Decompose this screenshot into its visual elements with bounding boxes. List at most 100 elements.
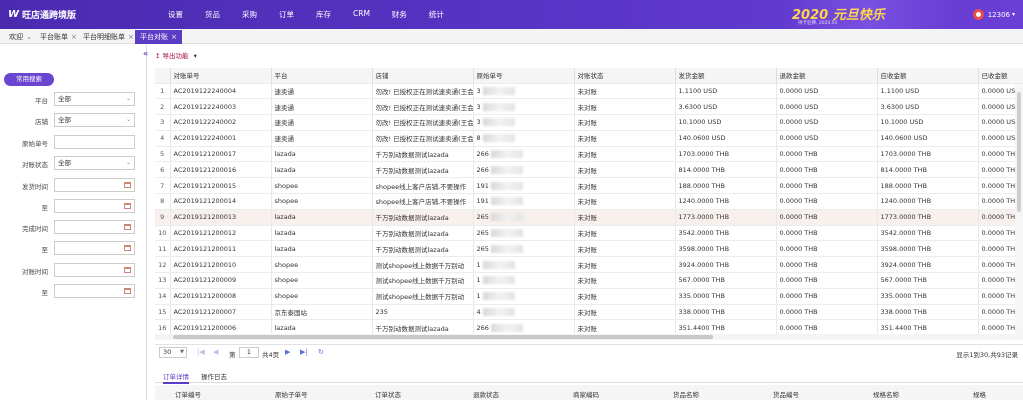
calendar-icon[interactable] [124, 288, 131, 294]
nav-item-finance[interactable]: 财务 [392, 9, 407, 20]
table-row[interactable]: 12 AC2019121200010 shopee 测试shopee线上数据千万别动 1… [155, 256, 1023, 274]
table-row[interactable]: 11 AC2019121200011 lazada 千万别动数据测试lazada 265… [155, 240, 1023, 258]
cell-text: 3542.0000 THB [880, 229, 932, 238]
redacted-block [490, 150, 523, 159]
nav-item-settings[interactable]: 设置 [168, 9, 183, 20]
column-header[interactable]: 对账状态 [574, 68, 676, 84]
ship-time-end-input[interactable] [54, 199, 135, 213]
column-header[interactable]: 退款金额 [776, 68, 878, 84]
table-row[interactable]: 6 AC2019121200016 lazada 千万别动数据测试lazada 266 未… [155, 161, 1023, 179]
page-number-input[interactable]: 1 [239, 347, 259, 358]
collapse-icon[interactable]: « [143, 49, 148, 58]
nav-item-orders[interactable]: 订单 [279, 9, 294, 20]
page-tabs: 欢迎 ⌄ 平台账单 × 平台明细账单 × 平台对账 × [0, 29, 1023, 44]
calendar-icon[interactable] [124, 182, 131, 188]
filter-label: 发货时间 [22, 183, 48, 191]
column-header[interactable]: 发货金额 [675, 68, 777, 84]
refresh-icon[interactable]: ↻ [318, 348, 324, 356]
reconcile-time-start-input[interactable] [54, 263, 135, 277]
last-page-icon[interactable]: ▶| [300, 348, 308, 356]
export-button[interactable]: ↥ 导出功能 ▾ [155, 52, 197, 60]
table-row[interactable]: 7 AC2019121200015 shopee shopee线上客户店铺,不要操作 1… [155, 177, 1023, 195]
detail-col-header: 订单状态 [375, 391, 401, 399]
tab-operation-log[interactable]: 操作日志 [201, 371, 227, 381]
calendar-icon[interactable] [124, 203, 131, 209]
column-header[interactable]: 平台 [271, 68, 373, 84]
cell-text: 1773.0000 THB [678, 213, 730, 222]
cell-text: 567.0000 THB [678, 276, 725, 285]
original-no-input[interactable] [54, 135, 135, 149]
calendar-icon[interactable] [124, 224, 131, 230]
table-row[interactable]: 8 AC2019121200014 shopee shopee线上客户店铺,不要操作 1… [155, 193, 1023, 210]
promo-subtitle: 持卡狂撑, 2020.01 [798, 21, 838, 26]
reconcile-status-select[interactable]: 全部 ⌄ [54, 156, 135, 170]
column-header[interactable]: 应收金额 [877, 68, 979, 84]
cell-text: 6 [160, 165, 165, 174]
first-page-icon[interactable]: |◀ [197, 348, 205, 356]
common-search-button[interactable]: 常用搜索 [4, 73, 54, 86]
table-row[interactable]: 5 AC2019121200017 lazada 千万别动数据测试lazada 266 未… [155, 146, 1023, 163]
tab-welcome[interactable]: 欢迎 ⌄ [4, 30, 37, 44]
calendar-icon[interactable] [124, 245, 131, 251]
nav-item-purchase[interactable]: 采购 [242, 9, 257, 20]
platform-select[interactable]: 全部 ⌄ [54, 92, 135, 106]
table-row[interactable]: 2 AC2019122240003 速卖通 勿改! 已授权正在测试速卖通(王会 3 未对账… [155, 98, 1023, 116]
table-row[interactable]: 3 AC2019122240002 速卖通 勿改! 已授权正在测试速卖通(王会 3 未对账… [155, 114, 1023, 131]
tab-platform-bill[interactable]: 平台账单 × [35, 30, 82, 44]
table-cell: AC2019121200017 [170, 146, 272, 163]
table-row[interactable]: 1 AC2019122240004 速卖通 勿改! 已授权正在测试速卖通(王会 3 未对账… [155, 83, 1023, 100]
table-row[interactable]: 14 AC2019121200008 shopee 测试shopee线上数据千万别动 1… [155, 288, 1023, 305]
cell-text: shopee线上客户店铺,不要操作 [375, 182, 467, 191]
detail-col-header: 商家编码 [573, 391, 599, 399]
user-menu[interactable]: 12306 ▾ [972, 9, 1015, 20]
page-size-select[interactable]: 30 ▼ [159, 347, 187, 358]
column-header[interactable]: 已收金额 [978, 68, 1023, 84]
table-cell: 勿改! 已授权正在测试速卖通(王会 [372, 130, 474, 147]
cell-text: 未对账 [577, 309, 598, 318]
table-cell: lazada [271, 240, 373, 258]
complete-time-start-input[interactable] [54, 220, 135, 234]
shop-select[interactable]: 全部 ⌄ [54, 113, 135, 127]
table-row[interactable]: 10 AC2019121200012 lazada 千万别动数据测试lazada 265… [155, 225, 1023, 242]
scroll-thumb[interactable] [173, 335, 713, 339]
nav-item-crm[interactable]: CRM [353, 9, 370, 20]
chevron-down-icon[interactable]: ⌄ [26, 33, 32, 41]
scroll-thumb[interactable] [1017, 92, 1021, 212]
horizontal-scrollbar[interactable] [155, 334, 1023, 340]
table-row[interactable]: 13 AC2019121200009 shopee 测试shopee线上数据千万别动 1… [155, 272, 1023, 289]
complete-time-end-input[interactable] [54, 241, 135, 255]
nav-item-stats[interactable]: 统计 [429, 9, 444, 20]
ship-time-start-input[interactable] [54, 178, 135, 192]
table-cell: 14 [155, 288, 171, 305]
cell-text: 未对账 [577, 87, 598, 96]
table-row[interactable]: 9 AC2019121200013 lazada 千万别动数据测试lazada 265 未… [155, 209, 1023, 226]
nav-item-inventory[interactable]: 库存 [316, 9, 331, 20]
reconcile-time-end-input[interactable] [54, 284, 135, 298]
table-row[interactable]: 15 AC2019121200007 京东泰国站 235 4 未对账 338.0000 TH… [155, 304, 1023, 321]
prev-page-icon[interactable]: ◀ [213, 348, 218, 356]
vertical-scrollbar[interactable] [1015, 84, 1023, 334]
column-header[interactable]: 对账单号 [170, 68, 272, 84]
cell-text: 351.4400 THB [678, 323, 725, 332]
next-page-icon[interactable]: ▶ [285, 348, 290, 356]
filter-label: 至 [41, 204, 49, 212]
cell-text: 266 [476, 323, 489, 332]
column-header[interactable]: 店铺 [372, 68, 474, 84]
cell-text: 未对账 [577, 151, 598, 160]
column-header[interactable]: 原始单号 [473, 68, 575, 84]
nav-item-goods[interactable]: 货品 [205, 9, 220, 20]
tab-platform-reconcile[interactable]: 平台对账 × [135, 30, 182, 44]
table-row[interactable]: 4 AC2019122240001 速卖通 勿改! 已授权正在测试速卖通(王会 8 未对账… [155, 130, 1023, 147]
app-brand[interactable]: W 旺店通跨境版 [8, 8, 76, 21]
table-cell: 2 [155, 98, 171, 116]
column-header[interactable] [155, 68, 171, 84]
table-cell: 0.0000 THB [776, 288, 878, 305]
close-icon[interactable]: × [71, 33, 77, 41]
calendar-icon[interactable] [124, 267, 131, 273]
table-cell: AC2019121200009 [170, 272, 272, 289]
close-icon[interactable]: × [128, 33, 134, 41]
tab-platform-detail-bill[interactable]: 平台明细账单 × [78, 30, 139, 44]
close-icon[interactable]: × [171, 33, 177, 41]
filter-shop: 店铺 全部 ⌄ [0, 113, 147, 128]
tab-order-detail[interactable]: 订单详情 [163, 371, 189, 384]
